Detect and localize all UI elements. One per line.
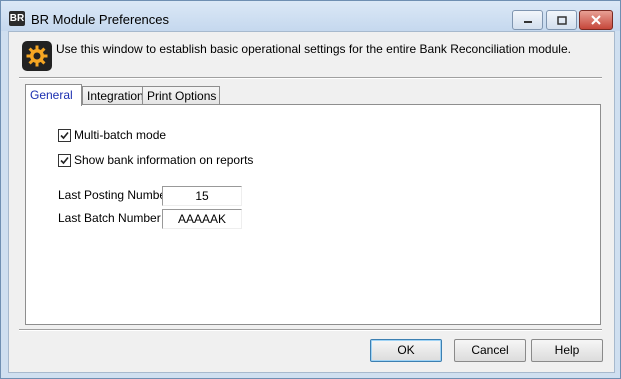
help-button[interactable]: Help: [531, 339, 603, 362]
maximize-button[interactable]: [546, 10, 577, 30]
checkmark-icon: [60, 156, 69, 164]
tab-general[interactable]: General: [25, 84, 82, 106]
tab-print-options[interactable]: Print Options: [142, 86, 220, 105]
window-client-area: Use this window to establish basic opera…: [8, 31, 615, 373]
last-posting-number-field[interactable]: 15: [162, 186, 242, 206]
close-button[interactable]: [579, 10, 613, 30]
multi-batch-row: Multi-batch mode: [58, 128, 166, 142]
show-bank-info-label[interactable]: Show bank information on reports: [74, 153, 253, 167]
last-posting-number-label: Last Posting Number: [58, 188, 171, 202]
header-description: Use this window to establish basic opera…: [56, 42, 571, 56]
last-batch-number-field[interactable]: AAAAAK: [162, 209, 242, 229]
window-title: BR Module Preferences: [31, 12, 170, 27]
footer-divider: [19, 329, 602, 331]
ok-button[interactable]: OK: [370, 339, 442, 362]
tab-integration[interactable]: Integration: [82, 86, 144, 105]
close-icon: [591, 15, 601, 25]
preferences-window: BR BR Module Preferences Use this window…: [0, 0, 621, 379]
header-divider: [19, 77, 602, 79]
multi-batch-checkbox[interactable]: [58, 128, 71, 142]
maximize-icon: [556, 15, 567, 25]
title-bar[interactable]: BR BR Module Preferences: [1, 1, 620, 31]
multi-batch-label[interactable]: Multi-batch mode: [74, 128, 166, 142]
general-tab-panel: Multi-batch mode Show bank information o…: [25, 104, 601, 325]
show-bank-info-checkbox[interactable]: [58, 153, 71, 167]
show-bank-info-row: Show bank information on reports: [58, 153, 253, 167]
checkmark-icon: [60, 131, 69, 139]
gear-icon: [22, 41, 52, 71]
last-batch-number-label: Last Batch Number: [58, 211, 161, 225]
minimize-button[interactable]: [512, 10, 543, 30]
app-badge-icon: BR: [9, 11, 25, 26]
minimize-icon: [523, 21, 532, 23]
cancel-button[interactable]: Cancel: [454, 339, 526, 362]
